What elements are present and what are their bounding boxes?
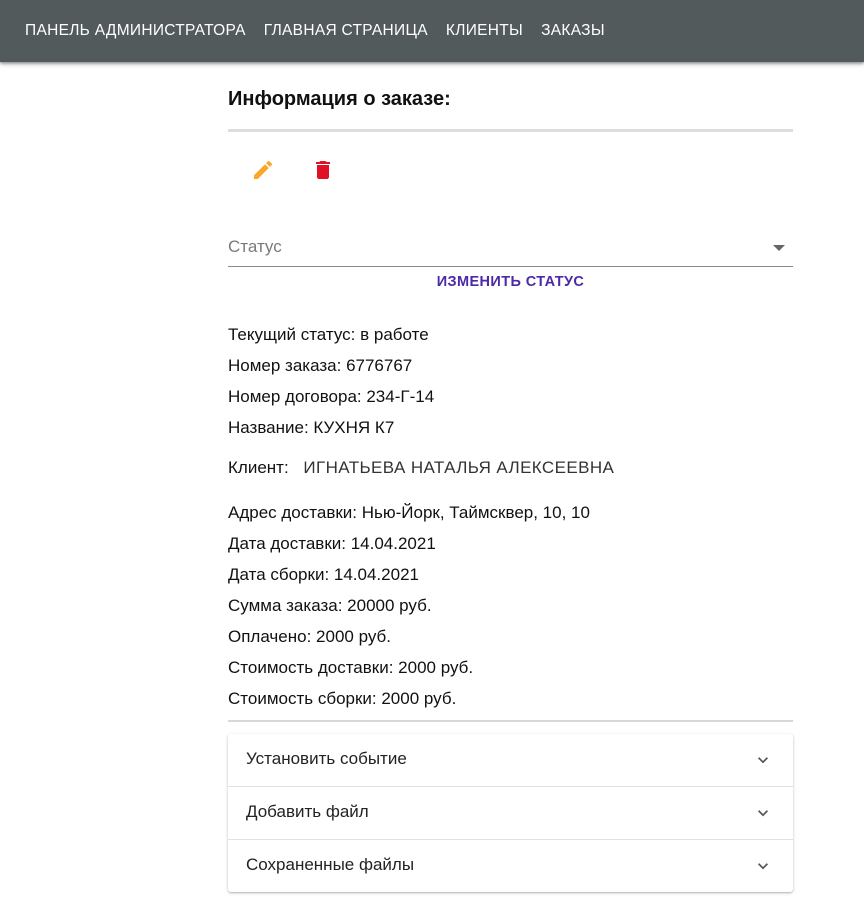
top-app-bar: ПАНЕЛЬ АДМИНИСТРАТОРА ГЛАВНАЯ СТРАНИЦА К… bbox=[0, 0, 864, 62]
chevron-down-icon bbox=[758, 757, 768, 764]
chevron-down-icon bbox=[758, 863, 768, 870]
order-name: Название: КУХНЯ К7 bbox=[228, 418, 395, 437]
accordion-label: Установить событие bbox=[246, 749, 407, 768]
order-number: Номер заказа: 6776767 bbox=[228, 356, 413, 375]
accordion-saved-files[interactable]: Сохраненные файлы bbox=[228, 840, 793, 892]
contract-number: Номер договора: 234-Г-14 bbox=[228, 387, 435, 406]
dropdown-arrow-icon bbox=[773, 245, 785, 251]
accordion-label: Сохраненные файлы bbox=[246, 855, 415, 874]
status-placeholder: Статус bbox=[228, 237, 282, 256]
paid-amount: Оплачено: 2000 руб. bbox=[228, 627, 391, 646]
change-status-button[interactable]: ИЗМЕНИТЬ СТАТУС bbox=[228, 274, 793, 290]
client-label: Клиент: bbox=[228, 458, 289, 477]
accordion-set-event[interactable]: Установить событие bbox=[228, 734, 793, 787]
nav-admin-panel[interactable]: ПАНЕЛЬ АДМИНИСТРАТОРА bbox=[16, 16, 255, 46]
client-name-link[interactable]: ИГНАТЬЕВА НАТАЛЬЯ АЛЕКСЕЕВНА bbox=[303, 458, 614, 477]
divider bbox=[228, 720, 793, 722]
pencil-icon bbox=[254, 160, 273, 179]
assembly-cost: Стоимость сборки: 2000 руб. bbox=[228, 689, 457, 708]
nav-home[interactable]: ГЛАВНАЯ СТРАНИЦА bbox=[255, 16, 437, 46]
nav-clients[interactable]: КЛИЕНТЫ bbox=[437, 16, 532, 46]
current-status: Текущий статус: в работе bbox=[228, 325, 429, 344]
client-row: Клиент: ИГНАТЬЕВА НАТАЛЬЯ АЛЕКСЕЕВНА bbox=[228, 458, 614, 478]
title-divider bbox=[228, 129, 793, 132]
page-title: Информация о заказе: bbox=[228, 88, 451, 110]
order-total: Сумма заказа: 20000 руб. bbox=[228, 596, 432, 615]
accordion: Установить событие Добавить файл Сохране… bbox=[228, 734, 793, 892]
edit-button[interactable] bbox=[245, 152, 281, 188]
delivery-cost: Стоимость доставки: 2000 руб. bbox=[228, 658, 474, 677]
chevron-down-icon bbox=[758, 810, 768, 817]
status-select[interactable]: Статус bbox=[228, 228, 793, 267]
accordion-label: Добавить файл bbox=[246, 802, 369, 821]
delivery-address: Адрес доставки: Нью-Йорк, Таймсквер, 10,… bbox=[228, 503, 590, 522]
trash-icon bbox=[316, 161, 330, 179]
delivery-date: Дата доставки: 14.04.2021 bbox=[228, 534, 436, 553]
delete-button[interactable] bbox=[305, 152, 341, 188]
assembly-date: Дата сборки: 14.04.2021 bbox=[228, 565, 419, 584]
nav-orders[interactable]: ЗАКАЗЫ bbox=[532, 16, 614, 46]
accordion-add-file[interactable]: Добавить файл bbox=[228, 787, 793, 840]
